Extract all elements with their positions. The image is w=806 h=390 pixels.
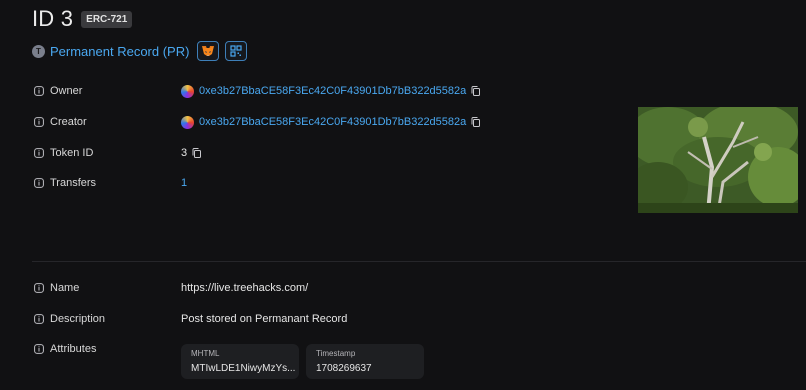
transfers-count-link[interactable]: 1 xyxy=(181,177,187,189)
name-label: Name xyxy=(50,282,80,294)
copy-owner-button[interactable] xyxy=(471,86,481,96)
nft-image[interactable] xyxy=(638,107,798,213)
owner-avatar xyxy=(181,84,194,98)
metamask-icon xyxy=(202,46,215,56)
transfers-label: Transfers xyxy=(50,177,97,189)
token-standard-badge: ERC-721 xyxy=(81,10,133,28)
creator-row: Creator xyxy=(33,114,87,130)
collection-link[interactable]: Permanent Record (PR) xyxy=(50,44,189,59)
copy-icon xyxy=(192,148,202,158)
copy-token-id-button[interactable] xyxy=(192,148,202,158)
attribute-value: MTIwLDE1NiwyMzYs... xyxy=(191,363,296,374)
info-icon xyxy=(33,283,44,294)
description-label: Description xyxy=(50,313,106,325)
qr-code-button[interactable] xyxy=(225,41,248,61)
info-icon xyxy=(33,86,44,97)
name-text: https://live.treehacks.com/ xyxy=(181,282,309,294)
transfers-row: Transfers xyxy=(33,175,96,191)
copy-icon xyxy=(471,86,481,96)
collection-row: T Permanent Record (PR) xyxy=(32,41,248,61)
description-row: Description xyxy=(33,311,105,327)
info-icon xyxy=(33,314,44,325)
title-row: ID 3 ERC-721 xyxy=(32,6,133,32)
token-id-text: 3 xyxy=(181,147,188,159)
attribute-card-timestamp: Timestamp 1708269637 xyxy=(306,344,424,379)
token-id-label: Token ID xyxy=(50,147,94,159)
token-detail-page: ID 3 ERC-721 T Permanent Record (PR) Own… xyxy=(0,0,806,390)
info-icon xyxy=(33,178,44,189)
creator-value: 0xe3b27BbaCE58F3Ec42C0F43901Db7bB322d558… xyxy=(181,114,481,130)
token-id-value: 3 xyxy=(181,145,202,161)
collection-icon: T xyxy=(32,44,45,58)
creator-address-link[interactable]: 0xe3b27BbaCE58F3Ec42C0F43901Db7bB322d558… xyxy=(199,116,466,128)
page-title: ID 3 xyxy=(32,6,74,31)
transfers-value: 1 xyxy=(181,175,187,191)
info-icon xyxy=(33,344,44,355)
add-to-metamask-button[interactable] xyxy=(197,41,220,61)
owner-address-link[interactable]: 0xe3b27BbaCE58F3Ec42C0F43901Db7bB322d558… xyxy=(199,85,466,97)
owner-label: Owner xyxy=(50,85,83,97)
copy-icon xyxy=(471,117,481,127)
name-value: https://live.treehacks.com/ xyxy=(181,280,308,296)
tree-image xyxy=(638,107,798,213)
owner-value: 0xe3b27BbaCE58F3Ec42C0F43901Db7bB322d558… xyxy=(181,83,481,99)
section-divider xyxy=(32,261,806,262)
attribute-key: Timestamp xyxy=(316,349,356,358)
owner-row: Owner xyxy=(33,83,82,99)
attribute-value: 1708269637 xyxy=(316,363,372,374)
attributes-label: Attributes xyxy=(50,343,97,355)
copy-creator-button[interactable] xyxy=(471,117,481,127)
attributes-row: Attributes xyxy=(33,341,96,357)
description-text: Post stored on Permanant Record xyxy=(181,313,348,325)
creator-avatar xyxy=(181,115,194,129)
attribute-key: MHTML xyxy=(191,349,220,358)
info-icon xyxy=(33,117,44,128)
name-row: Name xyxy=(33,280,79,296)
attribute-card-mhtml: MHTML MTIwLDE1NiwyMzYs... xyxy=(181,344,299,379)
qr-code-icon xyxy=(230,45,243,57)
description-value: Post stored on Permanant Record xyxy=(181,311,347,327)
token-id-row: Token ID xyxy=(33,145,93,161)
creator-label: Creator xyxy=(50,116,87,128)
info-icon xyxy=(33,148,44,159)
